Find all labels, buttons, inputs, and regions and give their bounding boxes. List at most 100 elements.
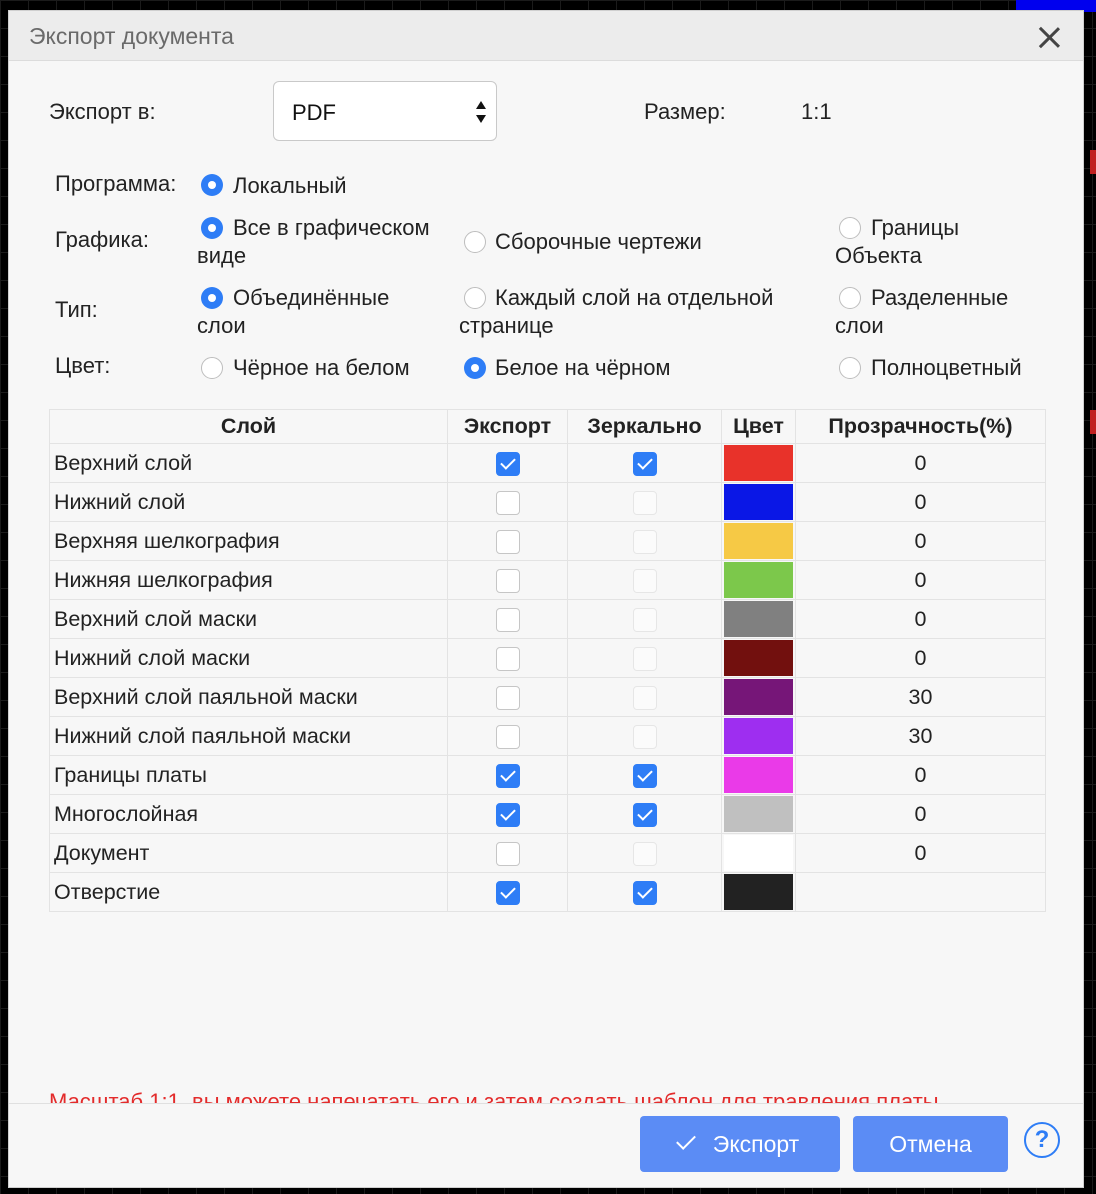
radio-graphics-all-label-1: Все в графическом: [233, 215, 430, 240]
transparency-value[interactable]: 30: [795, 716, 1046, 756]
transparency-value[interactable]: 30: [795, 677, 1046, 717]
radio-graphics-assembly-label: Сборочные чертежи: [495, 229, 702, 254]
color-label: Цвет:: [55, 353, 111, 378]
table-row: Верхняя шелкография 0: [49, 521, 1046, 561]
radio-type-merged[interactable]: [201, 287, 223, 309]
export-cell: [447, 872, 568, 912]
program-label: Программа:: [55, 171, 177, 196]
mirror-checkbox[interactable]: [632, 529, 657, 554]
color-cell: [721, 872, 796, 912]
export-to-label: Экспорт в:: [49, 99, 156, 124]
radio-graphics-all[interactable]: [201, 217, 223, 239]
export-checkbox[interactable]: [495, 529, 520, 554]
color-swatch[interactable]: [724, 874, 793, 910]
layer-name: Верхний слой паяльной маски: [49, 677, 448, 717]
table-row: Верхний слой паяльной маски 30: [49, 677, 1046, 717]
color-swatch[interactable]: [724, 484, 793, 520]
mirror-checkbox[interactable]: [632, 685, 657, 710]
radio-program-local-label: Локальный: [233, 173, 347, 198]
export-checkbox[interactable]: [495, 724, 520, 749]
cancel-button[interactable]: Отмена: [853, 1116, 1008, 1172]
color-swatch[interactable]: [724, 679, 793, 715]
layer-name: Нижний слой паяльной маски: [49, 716, 448, 756]
color-cell: [721, 755, 796, 795]
transparency-value[interactable]: 0: [795, 521, 1046, 561]
mirror-checkbox[interactable]: [632, 607, 657, 632]
mirror-checkbox[interactable]: [632, 802, 657, 827]
transparency-value[interactable]: 0: [795, 482, 1046, 522]
radio-color-black-on-white-label: Чёрное на белом: [233, 355, 410, 380]
color-swatch[interactable]: [724, 445, 793, 481]
mirror-cell: [567, 716, 722, 756]
color-swatch[interactable]: [724, 718, 793, 754]
export-cell: [447, 443, 568, 483]
transparency-value[interactable]: 0: [795, 599, 1046, 639]
layer-name: Верхний слой: [49, 443, 448, 483]
radio-type-merged-label-2: слои: [197, 313, 246, 338]
mirror-checkbox[interactable]: [632, 880, 657, 905]
transparency-value[interactable]: [795, 872, 1046, 912]
layers-table: Слой Экспорт Зеркально Цвет Прозрачность…: [49, 409, 1046, 912]
table-header-row: Слой Экспорт Зеркально Цвет Прозрачность…: [49, 409, 1046, 444]
type-label: Тип:: [55, 297, 98, 322]
layer-name: Многослойная: [49, 794, 448, 834]
color-swatch[interactable]: [724, 601, 793, 637]
export-checkbox[interactable]: [495, 841, 520, 866]
mirror-checkbox[interactable]: [632, 724, 657, 749]
color-swatch[interactable]: [724, 523, 793, 559]
radio-type-separated-label-1: Разделенные: [871, 285, 1009, 310]
color-swatch[interactable]: [724, 562, 793, 598]
export-checkbox[interactable]: [495, 646, 520, 671]
color-swatch[interactable]: [724, 757, 793, 793]
export-checkbox[interactable]: [495, 763, 520, 788]
color-swatch[interactable]: [724, 640, 793, 676]
transparency-value[interactable]: 0: [795, 833, 1046, 873]
transparency-value[interactable]: 0: [795, 794, 1046, 834]
export-checkbox[interactable]: [495, 802, 520, 827]
transparency-value[interactable]: 0: [795, 638, 1046, 678]
radio-color-full-color[interactable]: [839, 357, 861, 379]
mirror-cell: [567, 872, 722, 912]
export-checkbox[interactable]: [495, 490, 520, 515]
radio-color-black-on-white[interactable]: [201, 357, 223, 379]
mirror-checkbox[interactable]: [632, 841, 657, 866]
mirror-checkbox[interactable]: [632, 646, 657, 671]
export-cell: [447, 755, 568, 795]
radio-type-separated[interactable]: [839, 287, 861, 309]
canvas-mark: [1090, 150, 1096, 174]
help-icon[interactable]: ?: [1024, 1122, 1060, 1158]
mirror-checkbox[interactable]: [632, 490, 657, 515]
export-checkbox[interactable]: [495, 607, 520, 632]
export-checkbox[interactable]: [495, 685, 520, 710]
export-checkbox[interactable]: [495, 568, 520, 593]
color-cell: [721, 638, 796, 678]
color-swatch[interactable]: [724, 835, 793, 871]
mirror-cell: [567, 560, 722, 600]
mirror-checkbox[interactable]: [632, 763, 657, 788]
export-checkbox[interactable]: [495, 451, 520, 476]
transparency-value[interactable]: 0: [795, 755, 1046, 795]
radio-program-local[interactable]: [201, 174, 223, 196]
transparency-value[interactable]: 0: [795, 443, 1046, 483]
mirror-cell: [567, 599, 722, 639]
mirror-cell: [567, 794, 722, 834]
radio-graphics-bounds[interactable]: [839, 217, 861, 239]
layer-name: Верхняя шелкография: [49, 521, 448, 561]
export-checkbox[interactable]: [495, 880, 520, 905]
mirror-checkbox[interactable]: [632, 451, 657, 476]
radio-type-each-page[interactable]: [464, 287, 486, 309]
layer-name: Границы платы: [49, 755, 448, 795]
radio-graphics-assembly[interactable]: [464, 231, 486, 253]
export-button[interactable]: Экспорт: [640, 1116, 840, 1172]
export-format-value: PDF: [292, 100, 336, 125]
radio-color-white-on-black[interactable]: [464, 357, 486, 379]
close-icon[interactable]: [1037, 25, 1061, 49]
header-export: Экспорт: [447, 409, 568, 444]
export-format-select[interactable]: PDF: [273, 81, 497, 141]
mirror-checkbox[interactable]: [632, 568, 657, 593]
color-swatch[interactable]: [724, 796, 793, 832]
transparency-value[interactable]: 0: [795, 560, 1046, 600]
layer-name: Нижний слой маски: [49, 638, 448, 678]
layer-name: Верхний слой маски: [49, 599, 448, 639]
radio-graphics-bounds-label-1: Границы: [871, 215, 959, 240]
